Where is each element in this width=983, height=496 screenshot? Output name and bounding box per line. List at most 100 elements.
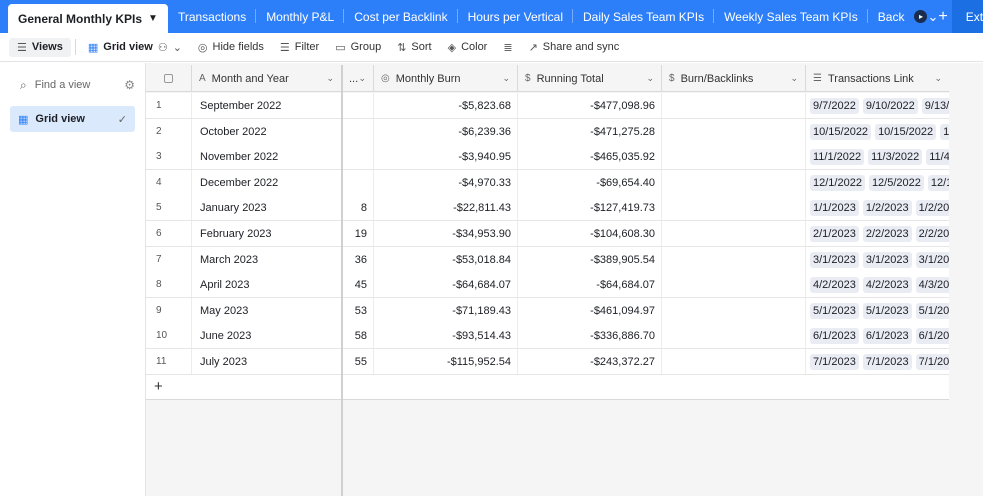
linked-record-chip[interactable]: 6/1/2023	[810, 327, 859, 344]
table-row[interactable]: 2 October 2022 -$6,239.36 -$471,275.28 10/15…	[146, 119, 949, 145]
linked-record-chip[interactable]: 4/3/20	[915, 276, 949, 293]
cell-transactions-link[interactable]: 1/1/20231/2/20231/2/202	[806, 195, 949, 220]
find-view-input[interactable]: ⌕ Find a view ⚙	[20, 75, 135, 95]
row-height-button[interactable]: ≣	[495, 41, 520, 54]
cell-month[interactable]: March 2023	[192, 247, 342, 272]
cell-monthly-burn[interactable]: -$93,514.43	[374, 323, 518, 348]
linked-record-chip[interactable]: 2/1/2023	[810, 225, 859, 242]
cell-monthly-burn[interactable]: -$34,953.90	[374, 221, 518, 246]
linked-record-chip[interactable]: 11/4/2	[926, 148, 949, 165]
cell-running-total[interactable]: -$471,275.28	[518, 119, 662, 144]
grid-view-switcher[interactable]: ▦ Grid view ⚇ ⌄	[80, 41, 190, 54]
cell-running-total[interactable]: -$64,684.07	[518, 272, 662, 297]
hide-fields-button[interactable]: ◎ Hide fields	[190, 41, 272, 54]
cell-transactions-link[interactable]: 3/1/20233/1/20233/1/202	[806, 247, 949, 272]
cell-transactions-link[interactable]: 7/1/20237/1/20237/1/202	[806, 349, 949, 374]
cell-monthly-burn[interactable]: -$22,811.43	[374, 195, 518, 220]
row-number[interactable]: 9	[146, 298, 192, 323]
table-row[interactable]: 11 July 2023 55 -$115,952.54 -$243,372.27 7/1…	[146, 349, 949, 375]
cell-count[interactable]: 55	[342, 349, 374, 374]
linked-record-chip[interactable]: 10/15/2022	[875, 123, 937, 140]
cell-burn-backlinks[interactable]	[662, 272, 806, 297]
row-number[interactable]: 2	[146, 119, 192, 144]
cell-burn-backlinks[interactable]	[662, 323, 806, 348]
cell-month[interactable]: May 2023	[192, 298, 342, 323]
tab-hours-per-vertical[interactable]: Hours per Vertical	[458, 0, 574, 33]
cell-monthly-burn[interactable]: -$6,239.36	[374, 119, 518, 144]
linked-record-chip[interactable]: 1/1/2023	[810, 199, 859, 216]
cell-monthly-burn[interactable]: -$53,018.84	[374, 247, 518, 272]
linked-record-chip[interactable]: 3/1/2023	[862, 251, 912, 268]
add-record-row[interactable]: +	[146, 375, 949, 400]
all-tables-dropdown[interactable]: ⌄	[927, 0, 938, 33]
tab-weekly-sales-team-kpis[interactable]: Weekly Sales Team KPIs	[714, 0, 868, 33]
row-number[interactable]: 4	[146, 170, 192, 195]
table-row[interactable]: 6 February 2023 19 -$34,953.90 -$104,608.30 2…	[146, 221, 949, 247]
cell-count[interactable]	[342, 93, 374, 118]
linked-record-chip[interactable]: 5/1/202	[915, 302, 949, 319]
views-button[interactable]: ☰ Views	[9, 37, 71, 57]
plus-icon[interactable]: +	[154, 378, 163, 395]
cell-count[interactable]: 8	[342, 195, 374, 220]
select-all-checkbox[interactable]	[146, 65, 192, 92]
cell-running-total[interactable]: -$127,419.73	[518, 195, 662, 220]
tab-general-monthly-kpis[interactable]: General Monthly KPIs ▼	[8, 4, 168, 33]
sort-button[interactable]: ⇅ Sort	[389, 41, 439, 54]
table-row[interactable]: 4 December 2022 -$4,970.33 -$69,654.40 12/1/…	[146, 170, 949, 196]
row-number[interactable]: 5	[146, 195, 192, 220]
linked-record-chip[interactable]: 2/2/2023	[862, 225, 912, 242]
table-row[interactable]: 10 June 2023 58 -$93,514.43 -$336,886.70 6/1/…	[146, 323, 949, 349]
cell-month[interactable]: July 2023	[192, 349, 342, 374]
cell-burn-backlinks[interactable]	[662, 93, 806, 118]
cell-count[interactable]	[342, 170, 374, 195]
cell-monthly-burn[interactable]: -$71,189.43	[374, 298, 518, 323]
cell-count[interactable]	[342, 119, 374, 144]
cell-burn-backlinks[interactable]	[662, 298, 806, 323]
linked-record-chip[interactable]: 9/13/	[921, 97, 949, 114]
row-number[interactable]: 1	[146, 93, 192, 118]
add-table-button[interactable]: +	[938, 0, 947, 33]
linked-record-chip[interactable]: 4/2/2023	[810, 276, 859, 293]
tab-monthly-pl[interactable]: Monthly P&L	[256, 0, 345, 33]
table-row[interactable]: 7 March 2023 36 -$53,018.84 -$389,905.54 3/1/…	[146, 247, 949, 273]
column-header-count[interactable]: ... ⌄	[342, 65, 374, 92]
cell-running-total[interactable]: -$465,035.92	[518, 144, 662, 169]
more-tabs-button[interactable]: ▸	[914, 0, 928, 33]
linked-record-chip[interactable]: 6/1/202	[915, 327, 949, 344]
linked-record-chip[interactable]: 11/1/2022	[810, 148, 865, 165]
cell-month[interactable]: February 2023	[192, 221, 342, 246]
cell-running-total[interactable]: -$104,608.30	[518, 221, 662, 246]
cell-month[interactable]: April 2023	[192, 272, 342, 297]
cell-burn-backlinks[interactable]	[662, 144, 806, 169]
linked-record-chip[interactable]: 12/10	[927, 174, 949, 191]
column-header-month[interactable]: A Month and Year ⌄	[192, 65, 342, 92]
cell-transactions-link[interactable]: 10/15/202210/15/202210	[806, 119, 949, 144]
column-header-monthly-burn[interactable]: ◎ Monthly Burn ⌄	[374, 65, 518, 92]
cell-monthly-burn[interactable]: -$64,684.07	[374, 272, 518, 297]
cell-burn-backlinks[interactable]	[662, 170, 806, 195]
cell-running-total[interactable]: -$389,905.54	[518, 247, 662, 272]
linked-record-chip[interactable]: 9/7/2022	[810, 97, 859, 114]
cell-transactions-link[interactable]: 4/2/2023 4/2/2023 4/3/20	[806, 272, 949, 297]
table-row[interactable]: 3 November 2022 -$3,940.95 -$465,035.92 11/1…	[146, 144, 949, 170]
cell-burn-backlinks[interactable]	[662, 221, 806, 246]
tab-transactions[interactable]: Transactions	[168, 0, 257, 33]
cell-running-total[interactable]: -$243,372.27	[518, 349, 662, 374]
cell-count[interactable]: 58	[342, 323, 374, 348]
cell-running-total[interactable]: -$477,098.96	[518, 93, 662, 118]
linked-record-chip[interactable]: 1/2/2023	[862, 199, 912, 216]
linked-record-chip[interactable]: 6/1/2023	[862, 327, 912, 344]
linked-record-chip[interactable]: 2/2/20	[915, 225, 949, 242]
cell-transactions-link[interactable]: 5/1/20235/1/20235/1/202	[806, 298, 949, 323]
cell-transactions-link[interactable]: 12/1/202212/5/202212/10	[806, 170, 949, 195]
cell-transactions-link[interactable]: 9/7/2022 9/10/2022 9/13/	[806, 93, 949, 118]
linked-record-chip[interactable]: 10	[940, 123, 949, 140]
linked-record-chip[interactable]: 10/15/2022	[810, 123, 872, 140]
column-header-running-total[interactable]: $ Running Total ⌄	[518, 65, 662, 92]
linked-record-chip[interactable]: 3/1/202	[915, 251, 949, 268]
column-header-transactions-link[interactable]: ☰ Transactions Link ⌄	[806, 65, 949, 92]
linked-record-chip[interactable]: 7/1/2023	[810, 353, 859, 370]
cell-count[interactable]: 53	[342, 298, 374, 323]
row-number[interactable]: 11	[146, 349, 192, 374]
share-and-sync-button[interactable]: ↗ Share and sync	[521, 41, 628, 54]
